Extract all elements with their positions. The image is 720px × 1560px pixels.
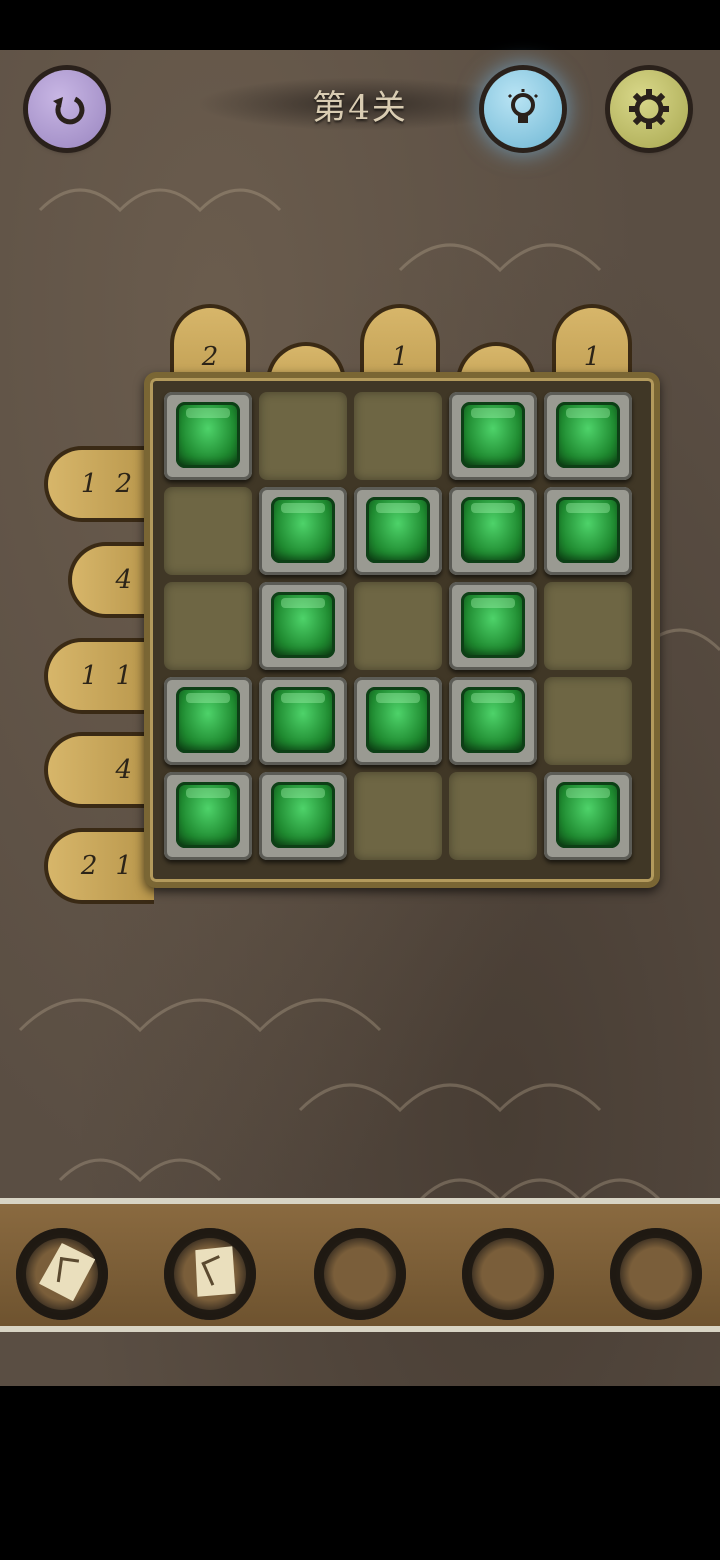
green-gem-icon	[461, 687, 525, 753]
row-clue-value: 1	[115, 661, 132, 691]
grid-cell-r3-c5[interactable]	[544, 582, 632, 670]
row-clue-1: 1 2	[44, 446, 154, 522]
green-gem-icon	[271, 497, 335, 563]
tray-slot-4[interactable]	[462, 1228, 554, 1320]
grid-cell-r4-c3[interactable]	[354, 677, 442, 765]
grid-cell-r3-c4[interactable]	[449, 582, 537, 670]
grid-cell-r2-c2[interactable]	[259, 487, 347, 575]
scroll-piece-icon	[186, 1241, 243, 1303]
green-gem-icon	[461, 497, 525, 563]
row-clue-value: 4	[115, 565, 132, 595]
grid-cell-r5-c1[interactable]	[164, 772, 252, 860]
grid-cell-r3-c1[interactable]	[164, 582, 252, 670]
row-clue-2: 4	[68, 542, 154, 618]
row-clue-4: 4	[44, 732, 154, 808]
row-clue-value: 1	[80, 661, 98, 691]
grid-cell-r5-c2[interactable]	[259, 772, 347, 860]
column-clue-value: 1	[391, 342, 409, 372]
settings-button[interactable]	[610, 70, 688, 148]
puzzle-board	[144, 372, 660, 888]
grid-cell-r4-c1[interactable]	[164, 677, 252, 765]
green-gem-icon	[556, 402, 620, 468]
grid-cell-r1-c3[interactable]	[354, 392, 442, 480]
tray-slot-5[interactable]	[610, 1228, 702, 1320]
green-gem-icon	[176, 687, 240, 753]
lightbulb-icon	[507, 89, 539, 123]
back-button[interactable]	[28, 70, 106, 148]
grid-cell-r1-c5[interactable]	[544, 392, 632, 480]
green-gem-icon	[461, 592, 525, 658]
level-title: 第4关	[312, 88, 408, 128]
tray-slot-3[interactable]	[314, 1228, 406, 1320]
green-gem-icon	[366, 687, 430, 753]
row-clue-3: 1 1	[44, 638, 154, 714]
row-clue-value: 4	[115, 755, 132, 785]
grid-cell-r4-c4[interactable]	[449, 677, 537, 765]
green-gem-icon	[176, 402, 240, 468]
scroll-piece-icon	[37, 1240, 97, 1304]
tray-slot-2[interactable]	[164, 1228, 256, 1320]
grid-cell-r4-c5[interactable]	[544, 677, 632, 765]
row-clue-value: 2	[115, 469, 132, 499]
hint-button[interactable]	[484, 70, 562, 148]
green-gem-icon	[461, 402, 525, 468]
green-gem-icon	[556, 782, 620, 848]
row-clue-value: 1	[115, 851, 132, 881]
grid-cell-r2-c1[interactable]	[164, 487, 252, 575]
grid-cell-r3-c3[interactable]	[354, 582, 442, 670]
back-arrow-icon	[53, 96, 85, 125]
grid-cell-r3-c2[interactable]	[259, 582, 347, 670]
grid-cell-r5-c5[interactable]	[544, 772, 632, 860]
grid-cell-r4-c2[interactable]	[259, 677, 347, 765]
grid-cell-r1-c2[interactable]	[259, 392, 347, 480]
tray-slot-1[interactable]	[16, 1228, 108, 1320]
row-clue-value: 1	[80, 469, 98, 499]
row-clue-5: 2 1	[44, 828, 154, 904]
green-gem-icon	[176, 782, 240, 848]
green-gem-icon	[271, 592, 335, 658]
collectible-tray	[0, 1198, 720, 1332]
grid-cell-r2-c5[interactable]	[544, 487, 632, 575]
gear-icon	[629, 89, 669, 129]
grid-cell-r5-c3[interactable]	[354, 772, 442, 860]
green-gem-icon	[271, 687, 335, 753]
column-clue-value: 1	[583, 342, 601, 372]
green-gem-icon	[366, 497, 430, 563]
grid-cell-r1-c4[interactable]	[449, 392, 537, 480]
grid-cell-r2-c3[interactable]	[354, 487, 442, 575]
green-gem-icon	[556, 497, 620, 563]
grid-cell-r5-c4[interactable]	[449, 772, 537, 860]
green-gem-icon	[271, 782, 335, 848]
grid-cell-r1-c1[interactable]	[164, 392, 252, 480]
column-clue-value: 2	[201, 342, 219, 372]
grid-cell-r2-c4[interactable]	[449, 487, 537, 575]
row-clue-value: 2	[80, 851, 98, 881]
